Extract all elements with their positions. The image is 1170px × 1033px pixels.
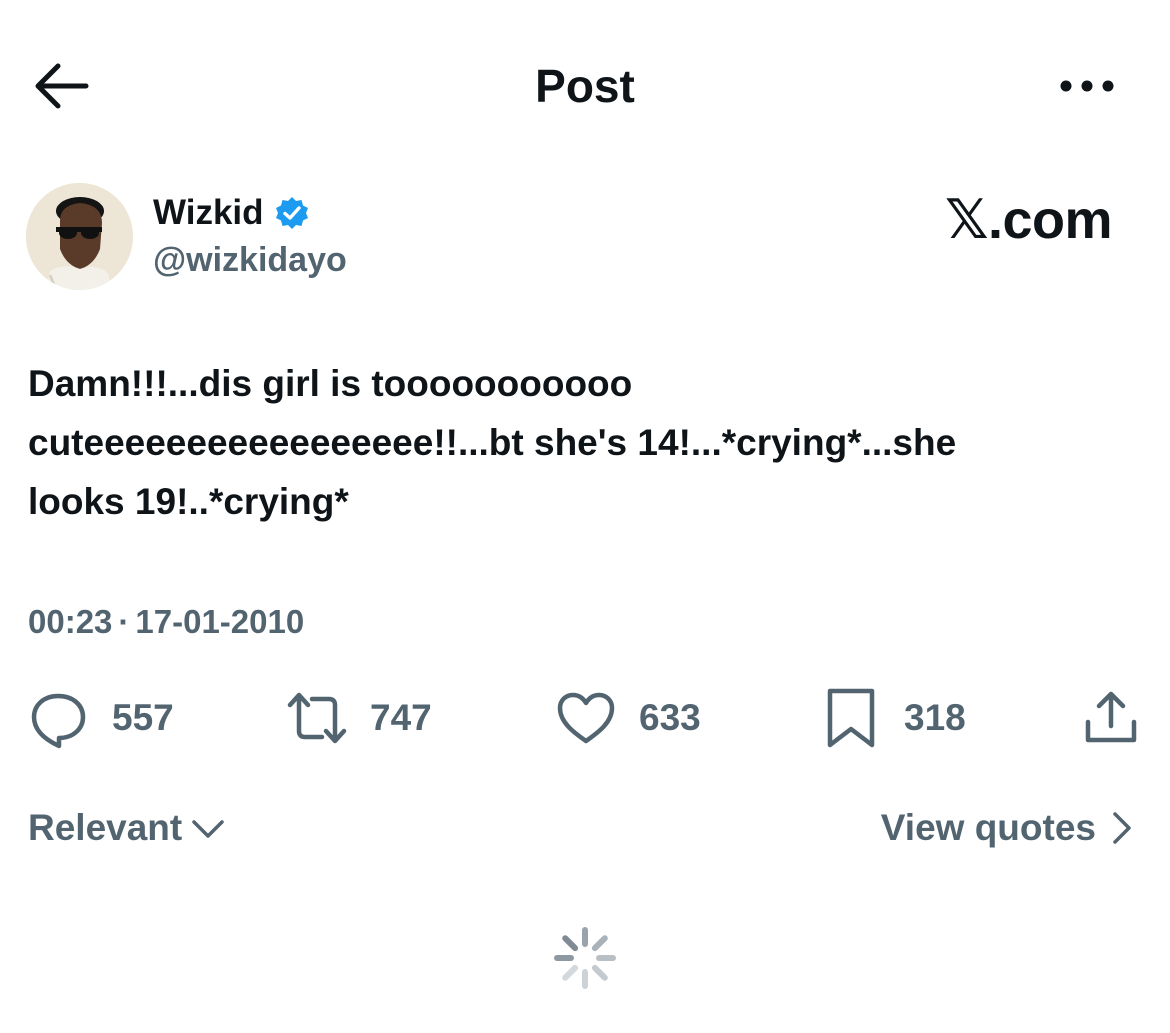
more-horizontal-icon — [1060, 80, 1114, 92]
sort-dropdown[interactable]: Relevant — [28, 802, 228, 854]
bookmark-button[interactable]: 318 — [820, 688, 966, 748]
tweet-time: 00:23 — [28, 603, 113, 640]
arrow-left-icon — [35, 63, 89, 109]
avatar[interactable] — [26, 183, 133, 290]
like-button[interactable]: 633 — [555, 688, 701, 748]
bookmark-count: 318 — [904, 697, 966, 738]
reply-count: 557 — [112, 697, 174, 738]
brand-watermark: 𝕏.com — [944, 190, 1113, 250]
timestamp-separator: · — [118, 603, 130, 640]
like-count: 633 — [639, 697, 701, 738]
verified-badge-icon — [275, 197, 308, 229]
tweet-date: 17-01-2010 — [135, 603, 305, 640]
loading-spinner-icon — [554, 927, 616, 989]
reply-icon — [31, 693, 86, 749]
author-name[interactable]: Wizkid — [153, 190, 264, 236]
page-title: Post — [535, 60, 635, 112]
view-quotes-link[interactable]: View quotes — [881, 802, 1134, 854]
author-handle[interactable]: @wizkidayo — [153, 238, 347, 282]
repost-count: 747 — [370, 697, 432, 738]
share-icon — [1085, 691, 1137, 743]
repost-button[interactable]: 747 — [286, 688, 432, 748]
repost-icon — [287, 692, 347, 744]
view-quotes-label: View quotes — [880, 807, 1096, 848]
more-options-button[interactable] — [1052, 66, 1122, 106]
sort-label: Relevant — [28, 807, 183, 848]
bookmark-icon — [827, 688, 875, 748]
back-button[interactable] — [30, 58, 94, 114]
chevron-right-icon — [1113, 812, 1131, 844]
share-button[interactable] — [1080, 688, 1142, 748]
tweet-text: Damn!!!...dis girl is tooooooooooo cutee… — [28, 363, 957, 522]
timestamp[interactable]: 00:23 · 17-01-2010 — [28, 600, 304, 644]
chevron-down-icon — [192, 820, 224, 838]
heart-icon — [557, 692, 615, 744]
reply-button[interactable]: 557 — [28, 688, 174, 749]
avatar-image — [26, 183, 133, 290]
